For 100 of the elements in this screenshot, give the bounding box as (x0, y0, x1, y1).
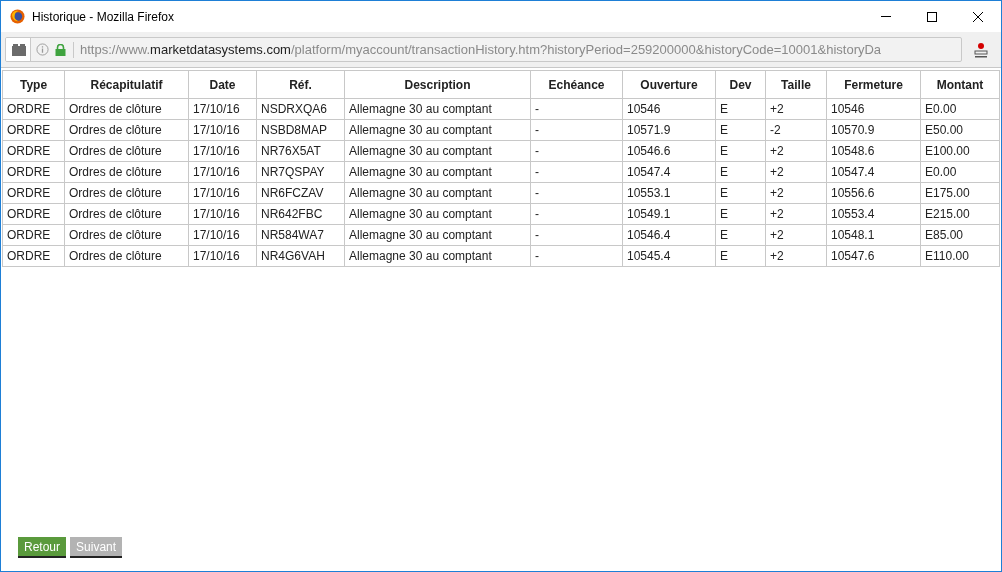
table-cell: 10553.1 (622, 182, 716, 204)
table-cell: E0.00 (920, 161, 1000, 183)
table-cell: NR4G6VAH (256, 245, 345, 267)
table-cell: E175.00 (920, 182, 1000, 204)
table-cell: Allemagne 30 au comptant (344, 245, 531, 267)
table-cell: +2 (765, 161, 827, 183)
table-cell: 10547.6 (826, 245, 921, 267)
table-cell: +2 (765, 140, 827, 162)
table-cell: Allemagne 30 au comptant (344, 161, 531, 183)
table-cell: - (530, 245, 623, 267)
table-cell: 17/10/16 (188, 161, 257, 183)
column-header: Date (188, 70, 257, 99)
table-cell: E (715, 161, 766, 183)
table-cell: 10546.6 (622, 140, 716, 162)
table-cell: 10570.9 (826, 119, 921, 141)
table-cell: Allemagne 30 au comptant (344, 98, 531, 120)
lock-icon (55, 43, 66, 56)
table-cell: E (715, 182, 766, 204)
table-cell: Allemagne 30 au comptant (344, 224, 531, 246)
column-header: Montant (920, 70, 1000, 99)
nav-button[interactable]: Retour (18, 537, 67, 558)
column-header: Echéance (530, 70, 623, 99)
column-header: Ouverture (622, 70, 716, 99)
table-cell: ORDRE (2, 161, 65, 183)
table-cell: 10545.4 (622, 245, 716, 267)
table-cell: NR642FBC (256, 203, 345, 225)
table-cell: E85.00 (920, 224, 1000, 246)
table-cell: E (715, 119, 766, 141)
info-icon[interactable] (36, 43, 49, 56)
table-cell: NR76X5AT (256, 140, 345, 162)
table-cell: Ordres de clôture (64, 161, 189, 183)
table-cell: Ordres de clôture (64, 140, 189, 162)
table-cell: NR584WA7 (256, 224, 345, 246)
table-cell: - (530, 140, 623, 162)
table-cell: E (715, 245, 766, 267)
table-cell: - (530, 182, 623, 204)
table-cell: NR7QSPAY (256, 161, 345, 183)
column-header: Réf. (256, 70, 345, 99)
table-cell: E (715, 203, 766, 225)
table-cell: 17/10/16 (188, 98, 257, 120)
table-cell: Ordres de clôture (64, 224, 189, 246)
page-icon (12, 43, 26, 56)
table-cell: 10571.9 (622, 119, 716, 141)
table-cell: 10546 (826, 98, 921, 120)
table-cell: NSDRXQA6 (256, 98, 345, 120)
table-cell: E (715, 224, 766, 246)
column-header: Récapitulatif (64, 70, 189, 99)
column-header: Dev (715, 70, 766, 99)
column-header: Taille (765, 70, 827, 99)
maximize-icon (927, 11, 937, 22)
table-cell: +2 (765, 224, 827, 246)
address-bar[interactable]: https://www.marketdatasystems.com/platform/myaccount/transactionHistory.htm?historyPeriod=259200000&historyCode=10001&historyDa (5, 37, 962, 62)
column-header: Description (344, 70, 531, 99)
table-cell: - (530, 203, 623, 225)
table-cell: ORDRE (2, 203, 65, 225)
table-cell: 10547.4 (826, 161, 921, 183)
table-cell: NR6FCZAV (256, 182, 345, 204)
table-cell: E100.00 (920, 140, 1000, 162)
table-cell: Ordres de clôture (64, 245, 189, 267)
table-cell: 10548.1 (826, 224, 921, 246)
table-cell: 17/10/16 (188, 119, 257, 141)
table-cell: 10546 (622, 98, 716, 120)
table-cell: -2 (765, 119, 827, 141)
column-header: Fermeture (826, 70, 921, 99)
table-cell: NSBD8MAP (256, 119, 345, 141)
table-cell: Ordres de clôture (64, 98, 189, 120)
url-text: https://www.marketdatasystems.com/platform/myaccount/transactionHistory.htm?historyPeriod=259200000&historyCode=10001&historyDa (80, 40, 882, 59)
table-cell: 10547.4 (622, 161, 716, 183)
table-cell: E110.00 (920, 245, 1000, 267)
table-cell: E (715, 140, 766, 162)
table-cell: +2 (765, 182, 827, 204)
minimize-icon (881, 16, 891, 17)
table-cell: Allemagne 30 au comptant (344, 182, 531, 204)
table-cell: ORDRE (2, 245, 65, 267)
table-cell: E50.00 (920, 119, 1000, 141)
table-cell: 10548.6 (826, 140, 921, 162)
window-title: Historique - Mozilla Firefox (32, 8, 175, 26)
table-cell: E0.00 (920, 98, 1000, 120)
table-cell: Ordres de clôture (64, 119, 189, 141)
table-cell: - (530, 224, 623, 246)
table-cell: Allemagne 30 au comptant (344, 140, 531, 162)
table-cell: +2 (765, 203, 827, 225)
table-cell: 17/10/16 (188, 245, 257, 267)
table-cell: 17/10/16 (188, 224, 257, 246)
table-cell: Allemagne 30 au comptant (344, 119, 531, 141)
table-cell: ORDRE (2, 98, 65, 120)
table-cell: - (530, 98, 623, 120)
table-cell: Allemagne 30 au comptant (344, 203, 531, 225)
stamp-icon[interactable] (973, 41, 989, 58)
table-cell: Ordres de clôture (64, 182, 189, 204)
browser-logo-icon (10, 9, 25, 24)
table-cell: ORDRE (2, 119, 65, 141)
table-cell: 10546.4 (622, 224, 716, 246)
table-cell: Ordres de clôture (64, 203, 189, 225)
table-cell: +2 (765, 245, 827, 267)
table-cell: - (530, 119, 623, 141)
table-cell: 17/10/16 (188, 182, 257, 204)
table-cell: E (715, 98, 766, 120)
table-cell: 10556.6 (826, 182, 921, 204)
table-cell: ORDRE (2, 224, 65, 246)
